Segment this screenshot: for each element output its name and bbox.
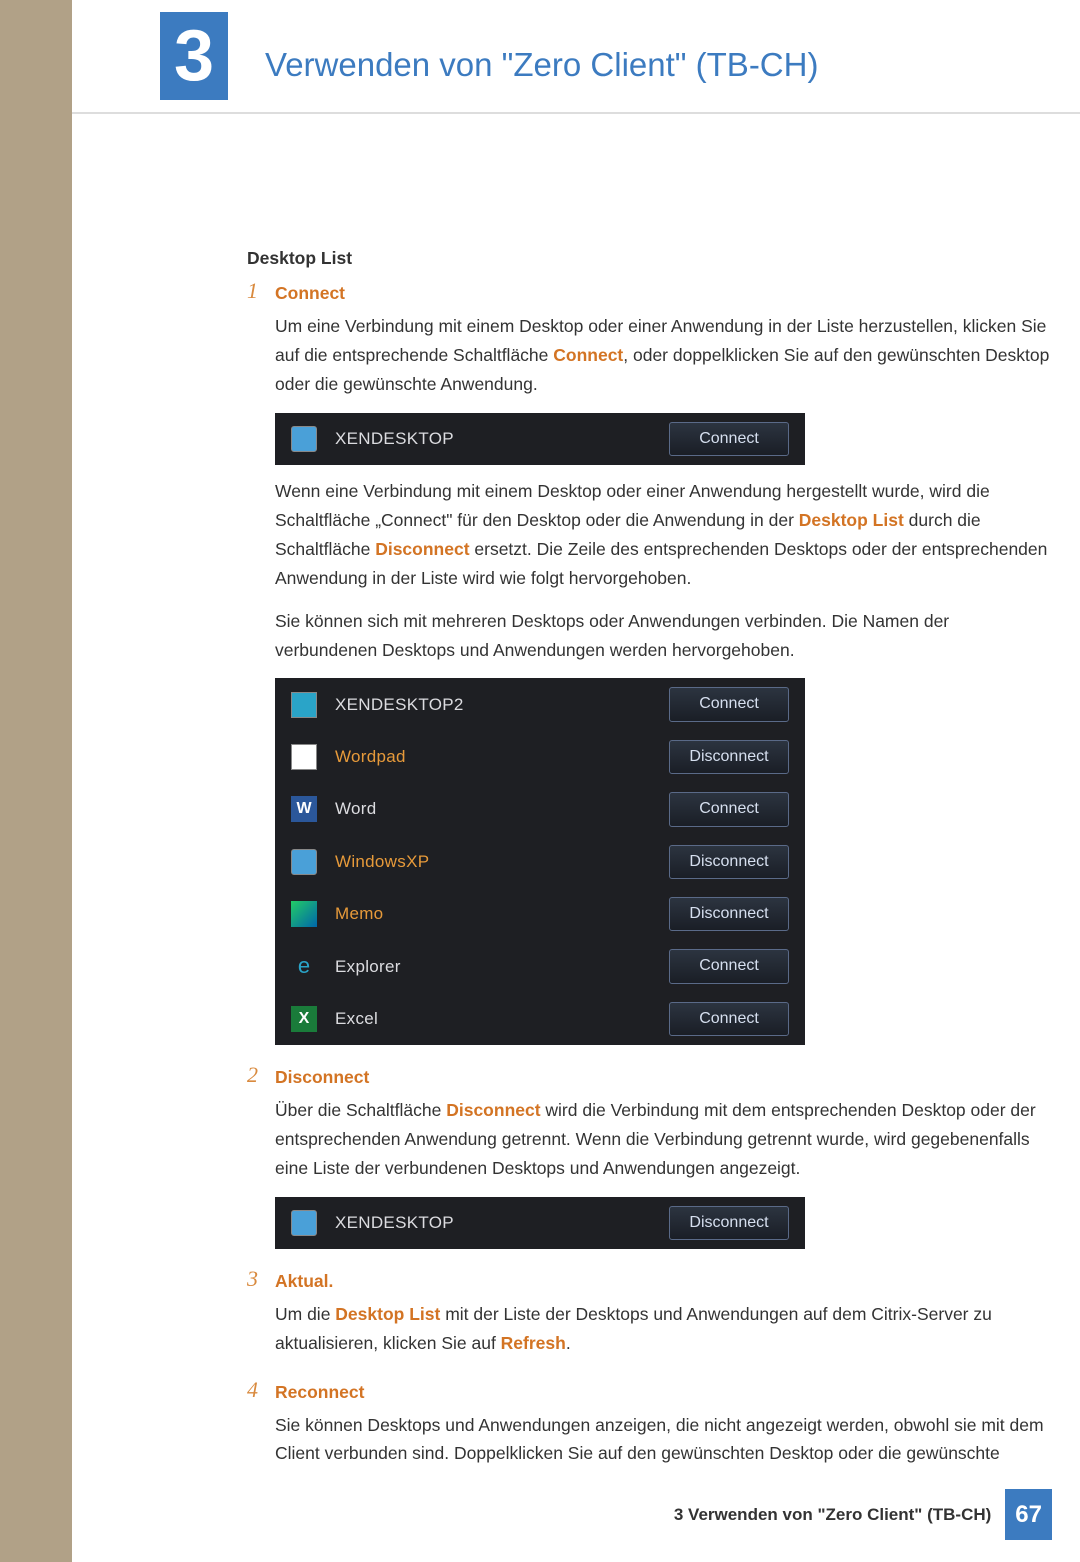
connect-button[interactable]: Connect [669, 1002, 789, 1036]
page: 3 Verwenden von "Zero Client" (TB-CH) De… [72, 0, 1080, 1562]
desktop-label: WindowsXP [335, 848, 669, 876]
highlight: Desktop List [799, 510, 904, 530]
desktop-row: XENDESKTOP Connect [275, 413, 805, 465]
item-number: 4 [247, 1378, 275, 1483]
content: Desktop List 1 Connect Um eine Verbindun… [72, 114, 1080, 1482]
highlight: Disconnect [446, 1100, 540, 1120]
desktop-label: Wordpad [335, 743, 669, 771]
memo-icon [291, 901, 317, 927]
desktop-row: W Word Connect [275, 783, 805, 835]
desktop-row: Wordpad Disconnect [275, 731, 805, 783]
connect-button[interactable]: Connect [669, 422, 789, 456]
paragraph: Um die Desktop List mit der Liste der De… [275, 1300, 1050, 1358]
desktop-label: XENDESKTOP2 [335, 691, 669, 719]
desktop-row: XENDESKTOP Disconnect [275, 1197, 805, 1249]
highlight: Refresh [501, 1333, 566, 1353]
item-heading: Reconnect [275, 1378, 1050, 1407]
desktop-row: e Explorer Connect [275, 940, 805, 992]
connect-button[interactable]: Connect [669, 949, 789, 983]
desktop-row: XENDESKTOP2 Connect [275, 678, 805, 730]
numbered-item: 4 Reconnect Sie können Desktops und Anwe… [247, 1378, 1050, 1483]
page-number: 67 [1005, 1489, 1052, 1541]
paragraph: Sie können sich mit mehreren Desktops od… [275, 607, 1050, 665]
desktop-label: Word [335, 795, 669, 823]
numbered-item: 3 Aktual. Um die Desktop List mit der Li… [247, 1267, 1050, 1372]
desktop-icon [291, 692, 317, 718]
desktop-label: XENDESKTOP [335, 425, 669, 453]
disconnect-button[interactable]: Disconnect [669, 740, 789, 774]
desktop-row: X Excel Connect [275, 993, 805, 1045]
desktop-label: Explorer [335, 953, 669, 981]
desktop-row: WindowsXP Disconnect [275, 836, 805, 888]
item-heading: Disconnect [275, 1063, 1050, 1092]
item-number: 1 [247, 279, 275, 1057]
windowsxp-icon [291, 849, 317, 875]
desktop-label: XENDESKTOP [335, 1209, 669, 1237]
paragraph: Wenn eine Verbindung mit einem Desktop o… [275, 477, 1050, 593]
desktop-icon [291, 426, 317, 452]
disconnect-button[interactable]: Disconnect [669, 1206, 789, 1240]
numbered-item: 1 Connect Um eine Verbindung mit einem D… [247, 279, 1050, 1057]
highlight: Connect [553, 345, 623, 365]
chapter-number: 3 [174, 0, 214, 115]
item-heading: Aktual. [275, 1267, 1050, 1296]
chapter-title: Verwenden von "Zero Client" (TB-CH) [265, 10, 818, 102]
desktop-list-panel: XENDESKTOP Disconnect [275, 1197, 805, 1249]
footer-text: 3 Verwenden von "Zero Client" (TB-CH) [674, 1501, 991, 1529]
desktop-label: Excel [335, 1005, 669, 1033]
chapter-header: 3 Verwenden von "Zero Client" (TB-CH) [72, 0, 1080, 114]
page-footer: 3 Verwenden von "Zero Client" (TB-CH) 67 [674, 1489, 1052, 1541]
paragraph: Über die Schaltfläche Disconnect wird di… [275, 1096, 1050, 1183]
connect-button[interactable]: Connect [669, 792, 789, 826]
highlight: Desktop List [335, 1304, 440, 1324]
explorer-icon: e [291, 954, 317, 980]
desktop-label: Memo [335, 900, 669, 928]
desktop-list-panel-multi: XENDESKTOP2 Connect Wordpad Disconnect W… [275, 678, 805, 1045]
section-title: Desktop List [247, 244, 1050, 273]
connect-button[interactable]: Connect [669, 687, 789, 721]
desktop-icon [291, 1210, 317, 1236]
disconnect-button[interactable]: Disconnect [669, 897, 789, 931]
chapter-number-box: 3 [160, 12, 228, 100]
word-icon: W [291, 796, 317, 822]
paragraph: Um eine Verbindung mit einem Desktop ode… [275, 312, 1050, 399]
item-heading: Connect [275, 279, 1050, 308]
wordpad-icon [291, 744, 317, 770]
paragraph: Sie können Desktops und Anwendungen anze… [275, 1411, 1050, 1469]
item-number: 3 [247, 1267, 275, 1372]
excel-icon: X [291, 1006, 317, 1032]
highlight: Disconnect [375, 539, 469, 559]
item-number: 2 [247, 1063, 275, 1261]
numbered-item: 2 Disconnect Über die Schaltfläche Disco… [247, 1063, 1050, 1261]
desktop-list-panel: XENDESKTOP Connect [275, 413, 805, 465]
disconnect-button[interactable]: Disconnect [669, 845, 789, 879]
desktop-row: Memo Disconnect [275, 888, 805, 940]
